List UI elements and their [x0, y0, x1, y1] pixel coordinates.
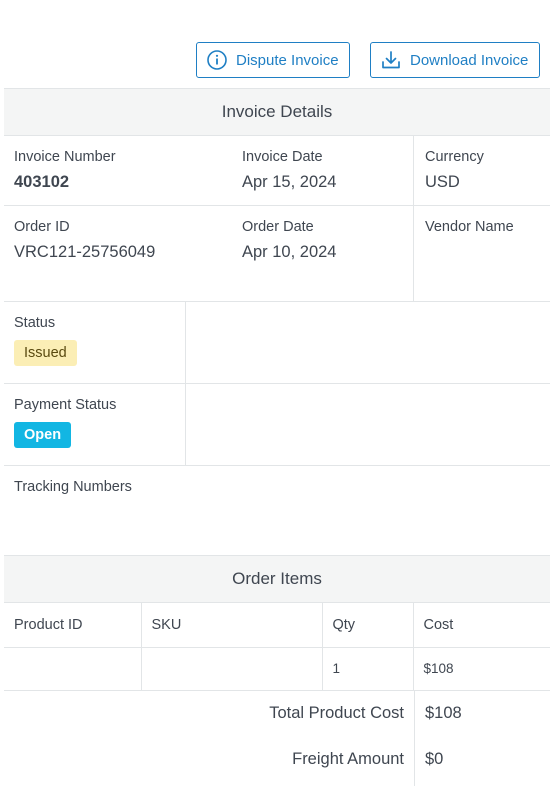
column-header-cost: Cost	[413, 603, 550, 648]
invoice-number-label: Invoice Number	[14, 149, 116, 165]
freight-amount-value: $0	[425, 749, 444, 768]
cost-cell: $108	[413, 647, 550, 691]
divider	[413, 136, 414, 205]
order-id-value: VRC121-25756049	[14, 243, 156, 261]
order-id-cell: Order ID VRC121-25756049	[4, 206, 232, 301]
tracking-numbers-row: Tracking Numbers	[4, 466, 550, 556]
tracking-numbers-cell: Tracking Numbers	[4, 466, 550, 556]
column-header-sku: SKU	[141, 603, 323, 648]
status-label: Status	[14, 315, 56, 331]
sku-cell	[141, 647, 323, 691]
product-id-cell	[4, 647, 142, 691]
dispute-invoice-button[interactable]: Dispute Invoice	[196, 42, 350, 78]
invoice-details-header: Invoice Details	[4, 88, 550, 136]
dispute-invoice-label: Dispute Invoice	[236, 51, 339, 69]
order-date-value: Apr 10, 2024	[242, 243, 337, 261]
column-header-qty: Qty	[322, 603, 414, 648]
download-invoice-button[interactable]: Download Invoice	[370, 42, 540, 78]
invoice-number-value: 403102	[14, 173, 70, 191]
order-items-section: Order Items	[4, 555, 550, 603]
divider	[185, 384, 186, 465]
currency-cell: Currency USD	[415, 136, 550, 205]
freight-amount-row: Freight Amount $0	[4, 736, 550, 782]
order-items-table: Product ID SKU Qty Cost 1 $108	[4, 603, 550, 691]
invoice-date-cell: Invoice Date Apr 15, 2024	[232, 136, 413, 205]
order-date-cell: Order Date Apr 10, 2024	[232, 206, 413, 301]
column-header-product-id: Product ID	[4, 603, 142, 648]
status-badge: Issued	[14, 340, 77, 366]
order-id-label: Order ID	[14, 219, 70, 235]
order-items-table-wrap: Product ID SKU Qty Cost 1 $108	[4, 603, 550, 691]
invoice-details-row-2: Order ID VRC121-25756049 Order Date Apr …	[4, 206, 550, 302]
invoice-date-value: Apr 15, 2024	[242, 173, 337, 191]
total-product-cost-label: Total Product Cost	[269, 703, 404, 722]
status-row: Status Issued	[4, 302, 550, 384]
invoice-details-section: Invoice Details	[4, 88, 550, 136]
order-date-label: Order Date	[242, 219, 314, 235]
status-cell: Status Issued	[4, 302, 185, 383]
payment-status-cell: Payment Status Open	[4, 384, 185, 465]
vendor-name-label: Vendor Name	[425, 219, 514, 235]
download-invoice-label: Download Invoice	[410, 51, 529, 69]
tracking-numbers-label: Tracking Numbers	[14, 479, 132, 495]
table-row: 1 $108	[4, 647, 550, 691]
payment-status-badge: Open	[14, 422, 72, 448]
payment-status-row: Payment Status Open	[4, 384, 550, 466]
invoice-details-row-1: Invoice Number 403102 Invoice Date Apr 1…	[4, 136, 550, 206]
table-header-row: Product ID SKU Qty Cost	[4, 603, 550, 648]
vendor-name-cell: Vendor Name	[415, 206, 550, 301]
currency-value: USD	[425, 173, 460, 191]
freight-amount-label: Freight Amount	[292, 749, 404, 768]
qty-cell: 1	[322, 647, 414, 691]
divider	[413, 206, 414, 301]
invoice-date-label: Invoice Date	[242, 149, 323, 165]
payment-status-label: Payment Status	[14, 397, 117, 413]
invoice-number-cell: Invoice Number 403102	[4, 136, 232, 205]
total-product-cost-value: $108	[425, 703, 462, 722]
info-circle-icon	[207, 50, 227, 70]
total-product-cost-row: Total Product Cost $108	[4, 690, 550, 736]
order-items-header: Order Items	[4, 555, 550, 603]
divider	[185, 302, 186, 383]
download-icon	[382, 51, 400, 69]
currency-label: Currency	[425, 149, 484, 165]
